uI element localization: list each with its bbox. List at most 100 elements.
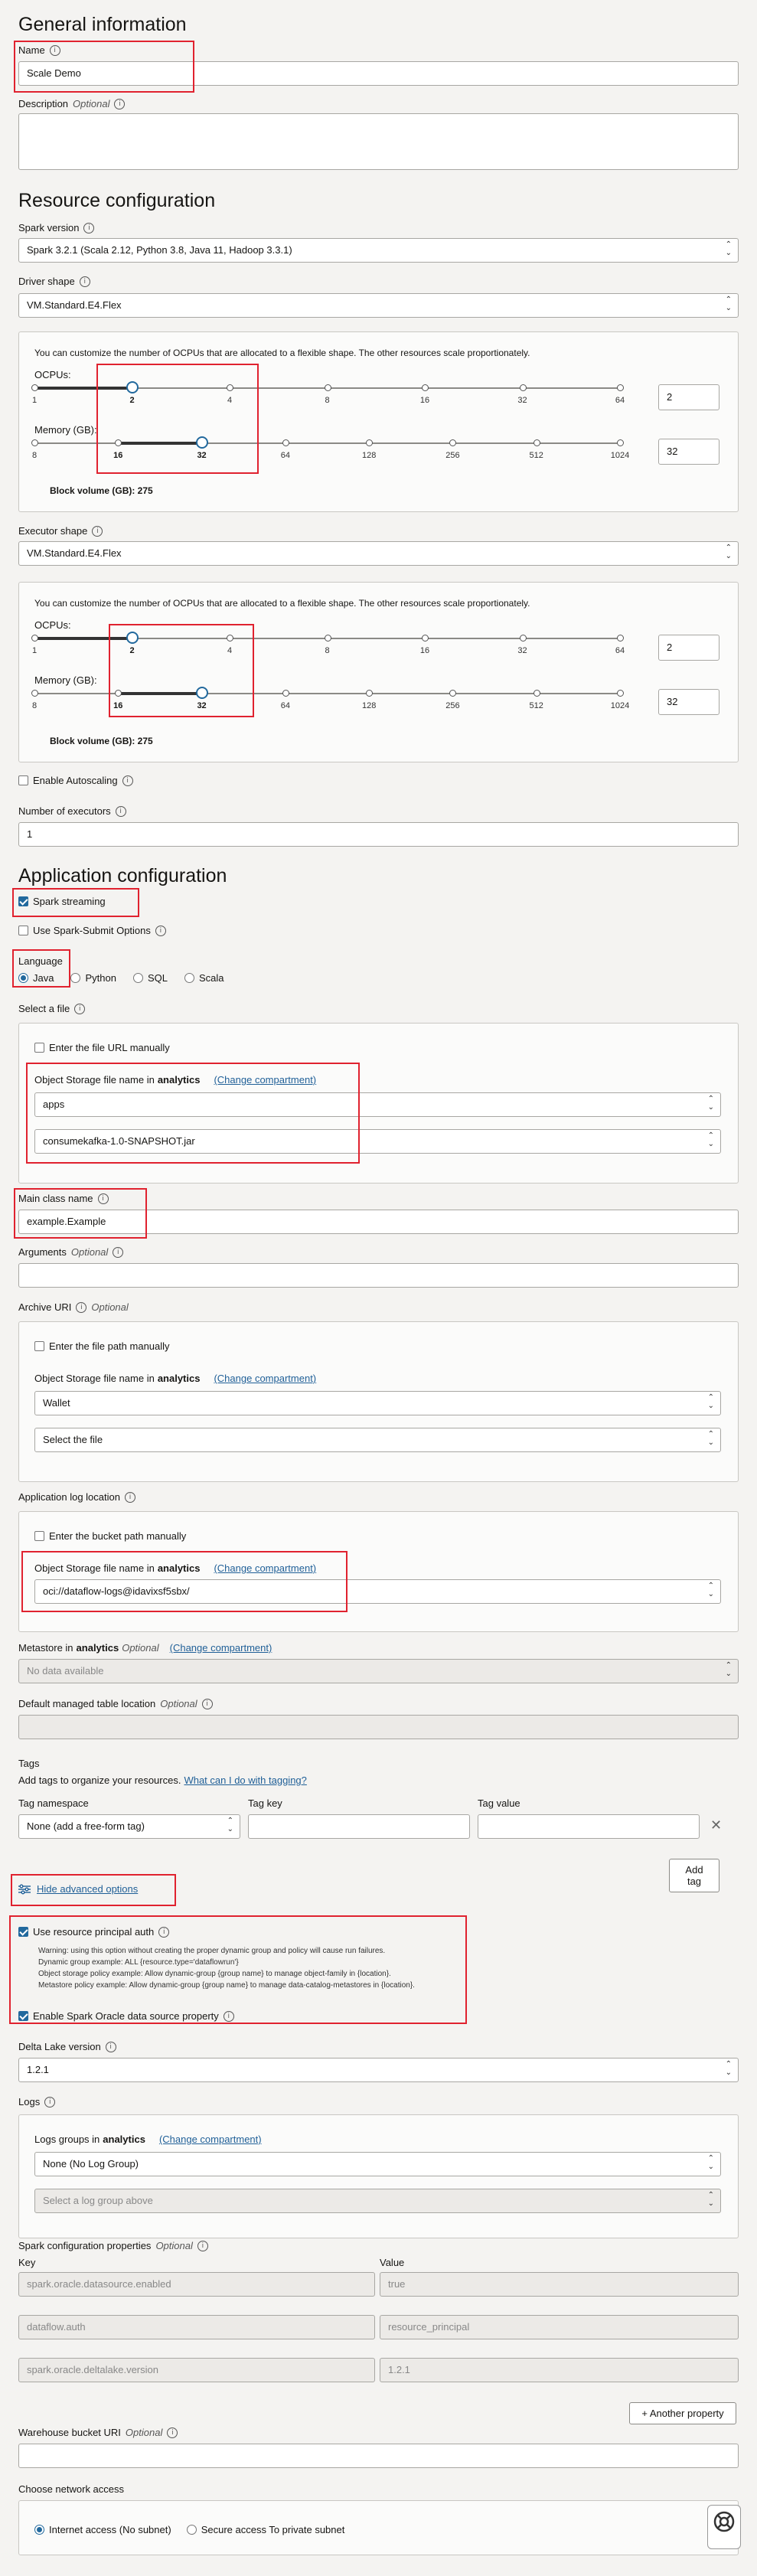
prop-value-input[interactable]: resource_principal — [380, 2315, 739, 2339]
driver-ocpu-slider[interactable]: 1 2 4 8 16 32 64 — [31, 381, 625, 405]
another-property-button[interactable]: + Another property — [629, 2402, 736, 2424]
driver-shape-select[interactable]: VM.Standard.E4.Flex — [18, 293, 739, 318]
info-icon[interactable]: i — [115, 805, 126, 817]
enter-url-checkbox[interactable] — [34, 1043, 44, 1053]
spark-streaming-checkbox[interactable] — [18, 896, 28, 906]
info-icon[interactable]: i — [201, 1698, 213, 1709]
info-icon[interactable]: i — [155, 925, 166, 936]
executor-ocpus-input[interactable]: 2 — [658, 635, 719, 661]
rp-warning-text: Warning: using this option without creat… — [38, 1947, 386, 1955]
info-icon[interactable]: i — [92, 525, 103, 537]
slider-fill — [118, 692, 202, 695]
default-table-input[interactable] — [18, 1715, 739, 1739]
change-compartment-link[interactable]: (Change compartment) — [214, 1373, 316, 1384]
enter-file-path-checkbox[interactable] — [34, 1341, 44, 1351]
logs-label: Logs — [18, 2096, 41, 2107]
python-label: Python — [85, 972, 116, 984]
driver-memory-input[interactable]: 32 — [658, 439, 719, 465]
info-icon[interactable]: i — [74, 1003, 86, 1014]
archive-file-select[interactable]: Select the file — [34, 1428, 721, 1452]
info-icon[interactable]: i — [105, 2041, 116, 2052]
prop-key-input[interactable]: spark.oracle.datasource.enabled — [18, 2272, 375, 2297]
python-radio[interactable] — [70, 973, 81, 983]
internet-access-radio[interactable] — [34, 2525, 44, 2535]
slider-thumb[interactable] — [126, 632, 139, 644]
enter-bucket-path-checkbox[interactable] — [34, 1531, 44, 1541]
executor-ocpu-slider[interactable]: 1 2 4 8 16 32 64 — [31, 632, 625, 655]
tags-help-link[interactable]: What can I do with tagging? — [184, 1774, 306, 1786]
info-icon[interactable]: i — [79, 276, 90, 287]
hide-advanced-options-link[interactable]: Hide advanced options — [37, 1883, 138, 1895]
change-compartment-link[interactable]: (Change compartment) — [214, 1074, 316, 1086]
enable-autoscaling-label: Enable Autoscaling — [33, 775, 118, 786]
archive-bucket-select[interactable]: Wallet — [34, 1391, 721, 1415]
driver-memory-slider[interactable]: 8 16 32 64 128 256 512 1024 — [31, 436, 629, 460]
enable-autoscaling-checkbox[interactable] — [18, 775, 28, 785]
tag-value-input[interactable] — [478, 1814, 700, 1839]
slider-thumb[interactable] — [195, 687, 208, 699]
executor-shape-select[interactable]: VM.Standard.E4.Flex — [18, 541, 739, 566]
info-icon[interactable]: i — [97, 1193, 109, 1204]
add-tag-button[interactable]: Add tag — [669, 1859, 719, 1892]
executor-memory-slider[interactable]: 8 16 32 64 128 256 512 1024 — [31, 687, 629, 710]
tag-key-input[interactable] — [248, 1814, 470, 1839]
secure-access-radio[interactable] — [186, 2525, 197, 2535]
name-input[interactable]: Scale Demo — [18, 61, 739, 86]
slider-tick — [227, 635, 233, 642]
slider-thumb[interactable] — [195, 436, 208, 449]
sql-radio[interactable] — [132, 973, 143, 983]
main-class-input[interactable]: example.Example — [18, 1210, 739, 1234]
info-icon[interactable]: i — [114, 98, 126, 109]
scala-radio[interactable] — [184, 973, 194, 983]
info-icon[interactable]: i — [76, 1301, 87, 1313]
info-icon[interactable]: i — [158, 1926, 170, 1938]
prop-value-input[interactable]: 1.2.1 — [380, 2358, 739, 2382]
log-select[interactable]: Select a log group above — [34, 2189, 721, 2213]
spark-version-select[interactable]: Spark 3.2.1 (Scala 2.12, Python 3.8, Jav… — [18, 238, 739, 263]
resource-principal-help: Warning: using this option without creat… — [38, 1945, 415, 1991]
warehouse-input[interactable] — [18, 2444, 739, 2468]
info-icon[interactable]: i — [124, 1491, 135, 1503]
metastore-select[interactable]: No data available — [18, 1659, 739, 1683]
log-group-select[interactable]: None (No Log Group) — [34, 2152, 721, 2176]
info-icon[interactable]: i — [44, 2096, 56, 2107]
arguments-label: Arguments — [18, 1246, 67, 1258]
info-icon[interactable]: i — [223, 2010, 234, 2022]
info-icon[interactable]: i — [122, 775, 133, 786]
info-icon[interactable]: i — [49, 44, 60, 56]
compartment-name: analytics — [103, 2134, 145, 2145]
file-select[interactable]: consumekafka-1.0-SNAPSHOT.jar — [34, 1129, 721, 1154]
spark-oracle-checkbox[interactable] — [18, 2011, 28, 2021]
secure-access-label: Secure access To private subnet — [201, 2524, 345, 2535]
slider-thumb[interactable] — [126, 381, 139, 393]
bucket-select[interactable]: apps — [34, 1092, 721, 1117]
info-icon[interactable]: i — [113, 1246, 124, 1258]
tag-namespace-select[interactable]: None (add a free-form tag) — [18, 1814, 240, 1839]
log-bucket-select[interactable]: oci://dataflow-logs@idavixsf5sbx/ — [34, 1579, 721, 1604]
resource-principal-checkbox[interactable] — [18, 1927, 28, 1937]
change-compartment-link[interactable]: (Change compartment) — [159, 2134, 262, 2145]
compartment-name: analytics — [157, 1562, 201, 1574]
prop-key-input[interactable]: spark.oracle.deltalake.version — [18, 2358, 375, 2382]
change-compartment-link[interactable]: (Change compartment) — [170, 1642, 272, 1654]
num-executors-input[interactable]: 1 — [18, 822, 739, 847]
arguments-input[interactable] — [18, 1263, 739, 1288]
change-compartment-link[interactable]: (Change compartment) — [214, 1562, 316, 1574]
description-textarea[interactable] — [18, 113, 739, 170]
help-lifebuoy-icon[interactable] — [707, 2505, 741, 2549]
java-radio[interactable] — [18, 973, 28, 983]
enter-bucket-path-label: Enter the bucket path manually — [49, 1530, 187, 1542]
prop-value-input[interactable]: true — [380, 2272, 739, 2297]
info-icon[interactable]: i — [167, 2427, 178, 2438]
info-icon[interactable]: i — [197, 2240, 208, 2251]
slider-tick — [115, 690, 122, 697]
optional-tag: Optional — [70, 1246, 109, 1258]
executor-memory-input[interactable]: 32 — [658, 689, 719, 715]
driver-ocpus-input[interactable]: 2 — [658, 384, 719, 410]
slider-tick — [617, 635, 624, 642]
close-icon[interactable]: ✕ — [710, 1817, 722, 1833]
spark-submit-checkbox[interactable] — [18, 926, 28, 935]
delta-lake-select[interactable]: 1.2.1 — [18, 2058, 739, 2082]
prop-key-input[interactable]: dataflow.auth — [18, 2315, 375, 2339]
info-icon[interactable]: i — [83, 222, 95, 233]
